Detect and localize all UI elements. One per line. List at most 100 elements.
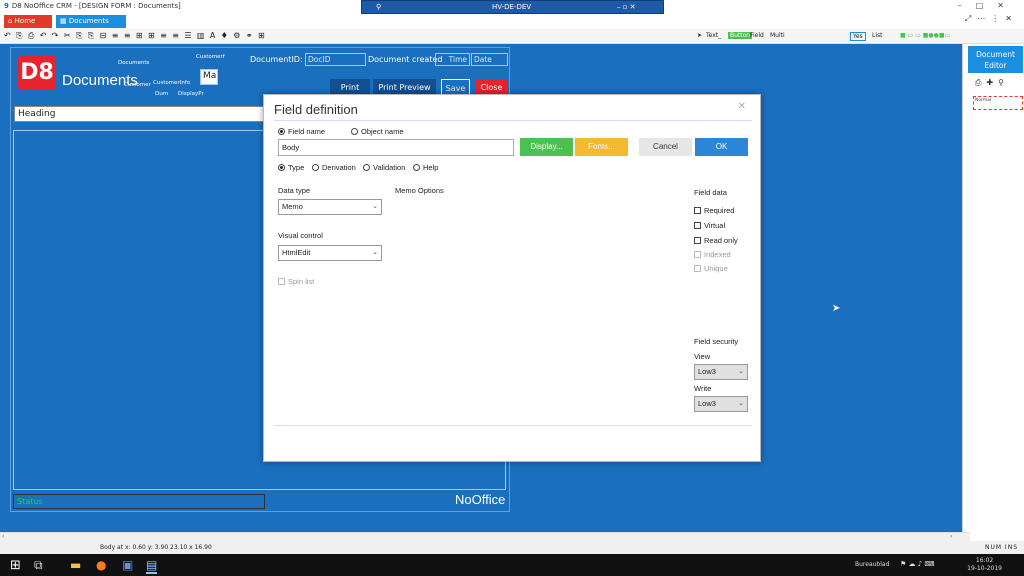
tab-validation[interactable]: Validation xyxy=(363,163,405,172)
color-tools[interactable]: ■ ▭ ▭ ■●●■▭ xyxy=(900,32,950,39)
window-controls[interactable]: –□✕ xyxy=(958,1,1018,10)
radio-icon xyxy=(363,164,370,171)
chevron-down-icon: ⌄ xyxy=(738,368,744,375)
radio-object-name[interactable]: Object name xyxy=(351,127,404,136)
tab-documents-label: Documents xyxy=(68,17,109,25)
radio-icon xyxy=(413,164,420,171)
file-explorer-icon[interactable]: ▬ xyxy=(70,558,81,572)
view-label: View xyxy=(694,352,711,361)
required-checkbox[interactable]: Required xyxy=(694,206,734,215)
chevron-down-icon: ⌄ xyxy=(372,203,378,210)
visual-control-value: HtmlEdit xyxy=(282,248,311,257)
remote-desktop-bar[interactable]: ⚲ HV-DE-DEV – ▫ ✕ xyxy=(361,0,664,14)
list-tool[interactable]: List xyxy=(872,32,883,39)
checkbox-icon xyxy=(694,265,701,272)
tab-help[interactable]: Help xyxy=(413,163,438,172)
scroll-left-icon[interactable]: ‹ xyxy=(2,533,4,540)
firefox-icon[interactable]: ● xyxy=(96,558,106,572)
label-customerinfo[interactable]: CustomerInfo xyxy=(153,80,190,86)
required-label: Required xyxy=(704,206,735,215)
status-field[interactable]: Status xyxy=(13,494,265,509)
date-field[interactable]: Date xyxy=(471,53,508,66)
view-security-select[interactable]: Low3 ⌄ xyxy=(694,364,748,380)
data-type-select[interactable]: Memo ⌄ xyxy=(278,199,382,215)
visual-control-label: Visual control xyxy=(278,231,323,240)
radio-field-name[interactable]: Field name xyxy=(278,127,325,136)
label-dum[interactable]: Dum xyxy=(155,91,168,97)
ok-button[interactable]: OK xyxy=(695,138,748,156)
label-displaypr[interactable]: DisplayPr xyxy=(178,91,204,97)
tab-derivation[interactable]: Derivation xyxy=(312,163,356,172)
app-logo-icon: 9 xyxy=(4,2,9,10)
pointer-icon[interactable]: ➤ xyxy=(697,32,702,39)
spin-list-label: Spin list xyxy=(288,277,315,286)
normal-style-sample[interactable]: Normal xyxy=(973,96,1023,110)
horizontal-scrollbar[interactable]: ‹ › xyxy=(0,532,970,541)
close-icon[interactable]: ✕ xyxy=(738,101,746,112)
yes-toggle[interactable]: Yes xyxy=(850,32,866,41)
ma-box[interactable]: Ma xyxy=(200,69,218,85)
field-security-label: Field security xyxy=(694,337,739,346)
taskbar: ⊞ ⧉ ▬ ● ▣ ▤ Bureaublad ⚑ ☁ ♪ ⌨ 16:02 19-1… xyxy=(0,554,1024,576)
clock[interactable]: 16:02 19-10-2019 xyxy=(967,557,1002,573)
label-customerf[interactable]: Customerf xyxy=(196,54,225,60)
indexed-checkbox[interactable]: Indexed xyxy=(694,250,731,259)
cancel-button[interactable]: Cancel xyxy=(639,138,692,156)
tab-documents[interactable]: ▦ Documents xyxy=(56,15,126,28)
checkbox-icon xyxy=(694,207,701,214)
button-tool[interactable]: Button xyxy=(728,32,753,39)
windows-start-icon[interactable]: ⊞ xyxy=(10,558,21,573)
multi-tool[interactable]: Multi xyxy=(770,32,785,39)
write-security-select[interactable]: Low3 ⌄ xyxy=(694,396,748,412)
document-id-field[interactable]: DocID xyxy=(305,53,366,66)
spin-list-checkbox[interactable]: Spin list xyxy=(278,277,314,286)
rdp-controls[interactable]: – ▫ ✕ xyxy=(617,3,636,11)
dialog-title: Field definition xyxy=(274,102,358,117)
field-data-label: Field data xyxy=(694,188,727,197)
document-created-label: Document created xyxy=(368,55,443,64)
write-security-value: Low3 xyxy=(698,399,716,408)
divider xyxy=(274,425,752,426)
label-documents[interactable]: Documents xyxy=(118,60,149,66)
field-tool[interactable]: Field xyxy=(750,32,764,39)
virtual-label: Virtual xyxy=(704,221,726,230)
visual-control-select[interactable]: HtmlEdit ⌄ xyxy=(278,245,382,261)
panel-icons[interactable]: ⎙✚⚲ xyxy=(975,78,1009,88)
radio-selected-icon xyxy=(278,164,285,171)
checkbox-icon xyxy=(694,251,701,258)
tab-bar: ⌂ Home ▦ Documents ⤢⋯⋮✕ xyxy=(0,14,1024,29)
write-label: Write xyxy=(694,384,712,393)
rdp-app-icon[interactable]: ▤ xyxy=(146,558,158,574)
fonts-button[interactable]: Fonts... xyxy=(575,138,628,156)
tab-home[interactable]: ⌂ Home xyxy=(4,15,52,28)
checkbox-icon xyxy=(694,222,701,229)
label-customer[interactable]: Customer xyxy=(124,82,151,88)
time-field[interactable]: Time xyxy=(435,53,470,66)
display-button[interactable]: Display... xyxy=(520,138,573,156)
d8-logo: D8 xyxy=(18,56,56,90)
field-name-input[interactable]: Body xyxy=(278,139,514,156)
unique-checkbox[interactable]: Unique xyxy=(694,264,728,273)
task-view-icon[interactable]: ⧉ xyxy=(34,558,43,573)
indexed-label: Indexed xyxy=(704,250,731,259)
desktop-toolbar-label[interactable]: Bureaublad xyxy=(855,561,889,568)
scroll-right-icon[interactable]: › xyxy=(950,533,952,540)
tabbar-controls[interactable]: ⤢⋯⋮✕ xyxy=(965,14,1018,24)
tab-type[interactable]: Type xyxy=(278,163,304,172)
pin-icon[interactable]: ⚲ xyxy=(376,3,381,11)
virtual-checkbox[interactable]: Virtual xyxy=(694,221,725,230)
mouse-cursor-icon: ➤ xyxy=(832,303,841,314)
read-only-checkbox[interactable]: Read only xyxy=(694,236,738,245)
radio-selected-icon xyxy=(278,128,285,135)
radio-object-name-label: Object name xyxy=(361,127,404,136)
data-type-label: Data type xyxy=(278,186,311,195)
app-title: 9 D8 NoOffice CRM - [DESIGN FORM : Docume… xyxy=(4,2,181,10)
clock-date: 19-10-2019 xyxy=(967,565,1002,572)
divider xyxy=(274,120,752,121)
toolbar-icons[interactable]: ↶⎘⎙↶↷✂⎘⎘⊟≡≡⊞⊞≡≡☰▥A♦⚙⚭⊞ xyxy=(4,31,270,41)
tray-icons[interactable]: ⚑ ☁ ♪ ⌨ xyxy=(900,560,935,568)
save-app-icon[interactable]: ▣ xyxy=(122,558,133,572)
view-security-value: Low3 xyxy=(698,367,716,376)
text-tool[interactable]: Text_ xyxy=(706,32,721,39)
document-editor-title[interactable]: Document Editor xyxy=(968,46,1023,73)
